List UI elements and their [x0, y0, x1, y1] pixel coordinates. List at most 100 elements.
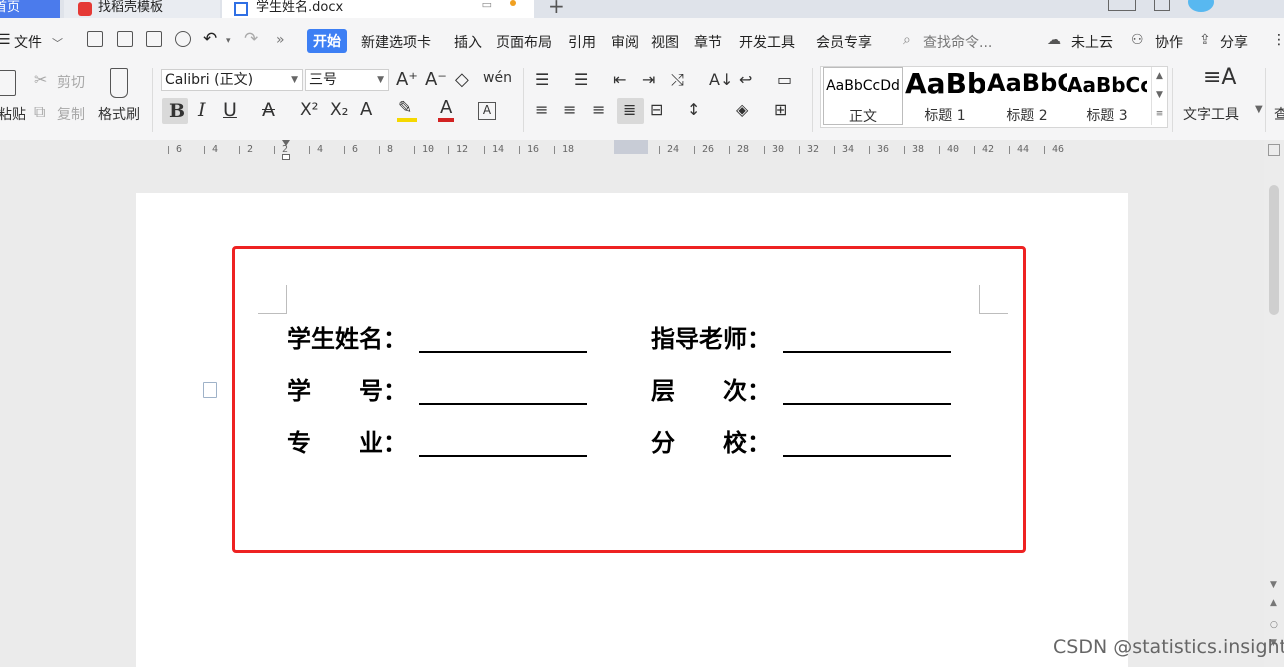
- tab-page-layout[interactable]: 页面布局: [496, 32, 552, 52]
- more-menu-icon[interactable]: ⋮: [1272, 32, 1284, 48]
- cloud-status[interactable]: 未上云: [1071, 32, 1113, 52]
- tab-review[interactable]: 审阅: [611, 32, 639, 52]
- style-normal[interactable]: AaBbCcDd 正文: [823, 67, 903, 125]
- tab-start[interactable]: 开始: [307, 29, 347, 53]
- italic-icon[interactable]: I: [198, 101, 206, 120]
- numbered-list-icon[interactable]: ☰: [574, 72, 588, 88]
- justify-button[interactable]: ≣: [617, 98, 644, 124]
- new-tab-button[interactable]: +: [548, 0, 565, 18]
- superscript-icon[interactable]: X²: [300, 102, 318, 119]
- shading-icon[interactable]: ◈: [736, 102, 748, 118]
- prev-page-icon[interactable]: ▲: [1270, 598, 1277, 608]
- style-heading-3[interactable]: AaBbCc 标题 3: [1067, 67, 1147, 125]
- paste-button[interactable]: 粘贴: [0, 104, 26, 124]
- scroll-top-icon[interactable]: [1268, 144, 1280, 156]
- chevron-down-icon[interactable]: ▼: [1255, 104, 1263, 115]
- save-icon[interactable]: [87, 31, 103, 47]
- text-direction-icon[interactable]: ⤭: [671, 72, 684, 88]
- style-heading-1[interactable]: AaBb 标题 1: [905, 67, 985, 125]
- tab-insert[interactable]: 插入: [454, 32, 482, 52]
- grid-apps-icon[interactable]: [1154, 0, 1170, 11]
- vertical-scrollbar[interactable]: ▼ ▲ ○ ▼: [1264, 140, 1284, 667]
- table-column-marker[interactable]: [614, 140, 648, 154]
- print-icon[interactable]: [146, 31, 162, 47]
- char-border-icon[interactable]: A: [478, 102, 496, 120]
- expand-gallery-icon[interactable]: ≡: [1152, 105, 1167, 124]
- line-spacing-icon[interactable]: ↕: [687, 102, 700, 118]
- tab-document[interactable]: 学生姓名.docx ▭: [222, 0, 534, 18]
- select-browse-icon[interactable]: ○: [1270, 620, 1278, 630]
- share-button[interactable]: 分享: [1220, 32, 1248, 52]
- window-layout-icon[interactable]: [1108, 0, 1136, 11]
- strikethrough-icon[interactable]: A: [262, 101, 275, 120]
- style-gallery-scroll[interactable]: ▲ ▼ ≡: [1151, 67, 1167, 125]
- paragraph-handle-icon[interactable]: [203, 382, 217, 398]
- horizontal-ruler[interactable]: 6422468101214161822242628303234363840424…: [0, 140, 1264, 160]
- file-menu[interactable]: 文件: [14, 32, 42, 52]
- export-pdf-icon[interactable]: [117, 31, 133, 47]
- decrease-indent-icon[interactable]: ⇤: [613, 72, 626, 88]
- hamburger-icon[interactable]: ☰: [0, 32, 11, 48]
- ruler-tick-label: 18: [562, 144, 575, 155]
- align-center-icon[interactable]: ≡: [563, 102, 576, 118]
- group-divider: [152, 68, 153, 132]
- distributed-icon[interactable]: ⊟: [650, 102, 663, 118]
- format-painter-button[interactable]: 格式刷: [98, 104, 140, 124]
- clear-format-icon[interactable]: ◇: [455, 71, 469, 89]
- undo-dropdown-icon[interactable]: ▾: [226, 36, 231, 46]
- table-ruler-icon[interactable]: ▭: [777, 72, 792, 88]
- scrollbar-thumb[interactable]: [1269, 185, 1279, 315]
- paste-icon[interactable]: [0, 70, 16, 96]
- monitor-icon[interactable]: ▭: [482, 0, 492, 11]
- cut-button[interactable]: 剪切: [57, 72, 85, 92]
- more-chevron-icon[interactable]: »: [276, 32, 285, 48]
- grow-font-icon[interactable]: A⁺: [396, 71, 418, 89]
- chevron-down-icon[interactable]: ▼: [1152, 86, 1167, 105]
- align-right-icon[interactable]: ≡: [592, 102, 605, 118]
- tab-developer[interactable]: 开发工具: [739, 32, 795, 52]
- avatar[interactable]: [1188, 0, 1214, 12]
- find-icon[interactable]: 查: [1274, 104, 1284, 124]
- tab-template-label: 找稻壳模板: [98, 0, 164, 15]
- tab-template[interactable]: 找稻壳模板: [64, 0, 220, 18]
- highlighter-icon[interactable]: ✎: [398, 100, 412, 117]
- tab-chapter[interactable]: 章节: [694, 32, 722, 52]
- ruler-tick-mark: [239, 146, 240, 154]
- ruler-tick-label: 2: [247, 144, 254, 155]
- pinyin-guide-icon[interactable]: wén: [483, 70, 512, 86]
- chevron-up-icon[interactable]: ▲: [1152, 67, 1167, 86]
- font-color-icon[interactable]: A: [440, 99, 452, 117]
- show-marks-icon[interactable]: ↩: [739, 72, 752, 88]
- tab-view[interactable]: 视图: [651, 32, 679, 52]
- indent-marker-icon[interactable]: [281, 140, 291, 160]
- ruler-tick-mark: [729, 146, 730, 154]
- underline-icon[interactable]: U: [223, 101, 237, 120]
- increase-indent-icon[interactable]: ⇥: [642, 72, 655, 88]
- redo-icon[interactable]: ↷: [244, 29, 258, 49]
- command-search-input[interactable]: 查找命令...: [923, 32, 992, 52]
- ruler-tick-label: 30: [772, 144, 785, 155]
- text-effect-icon[interactable]: A: [360, 101, 372, 119]
- subscript-icon[interactable]: X₂: [330, 102, 348, 119]
- print-preview-icon[interactable]: [175, 31, 191, 47]
- sort-icon[interactable]: A↓: [709, 72, 733, 88]
- collab-button[interactable]: 协作: [1155, 32, 1183, 52]
- ruler-tick-label: 26: [702, 144, 715, 155]
- style-heading-2[interactable]: AaBbC 标题 2: [987, 67, 1067, 125]
- copy-button[interactable]: 复制: [57, 104, 85, 124]
- align-left-icon[interactable]: ≡: [535, 102, 548, 118]
- tab-new-tab[interactable]: 新建选项卡: [361, 32, 431, 52]
- text-tools-button[interactable]: 文字工具: [1183, 104, 1239, 124]
- undo-icon[interactable]: ↶: [203, 29, 217, 49]
- bullet-list-icon[interactable]: ☰: [535, 72, 549, 88]
- font-name-select[interactable]: Calibri (正文) ▼: [161, 69, 303, 91]
- shrink-font-icon[interactable]: A⁻: [425, 71, 447, 89]
- bold-button[interactable]: B: [162, 98, 188, 124]
- scroll-down-arrow-icon[interactable]: ▼: [1270, 580, 1277, 590]
- font-size-select[interactable]: 三号 ▼: [305, 69, 389, 91]
- chevron-down-icon[interactable]: ﹀: [52, 35, 63, 51]
- tab-references[interactable]: 引用: [568, 32, 596, 52]
- tab-member[interactable]: 会员专享: [816, 32, 872, 52]
- borders-icon[interactable]: ⊞: [774, 102, 787, 118]
- tab-home[interactable]: 首页: [0, 0, 60, 18]
